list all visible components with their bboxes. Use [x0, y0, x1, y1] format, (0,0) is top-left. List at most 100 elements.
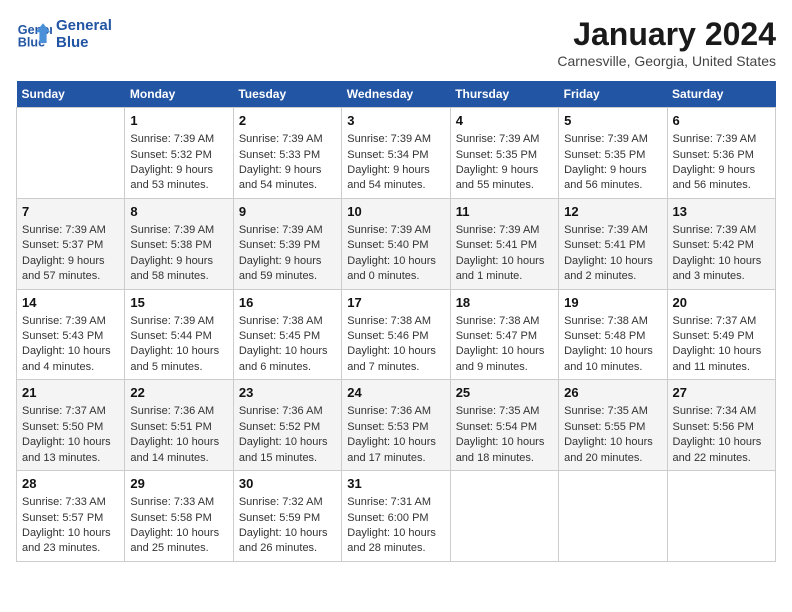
sunrise-line: Sunrise: 7:38 AM: [564, 314, 661, 329]
sunset-line: Sunset: 5:38 PM: [130, 238, 227, 253]
day-cell: 9Sunrise: 7:39 AMSunset: 5:39 PMDaylight…: [233, 198, 341, 289]
day-cell: [450, 471, 558, 562]
page-header: General Blue General Blue January 2024 C…: [16, 16, 776, 69]
daylight-line: Daylight: 10 hours and 9 minutes.: [456, 344, 553, 375]
sunset-line: Sunset: 5:53 PM: [347, 420, 444, 435]
day-number: 21: [22, 384, 119, 402]
week-row-2: 7Sunrise: 7:39 AMSunset: 5:37 PMDaylight…: [17, 198, 776, 289]
daylight-line: Daylight: 9 hours and 54 minutes.: [347, 163, 444, 194]
day-number: 25: [456, 384, 553, 402]
header-monday: Monday: [125, 81, 233, 108]
sunrise-line: Sunrise: 7:36 AM: [130, 404, 227, 419]
daylight-line: Daylight: 10 hours and 26 minutes.: [239, 526, 336, 557]
day-number: 31: [347, 475, 444, 493]
day-number: 5: [564, 112, 661, 130]
day-cell: 10Sunrise: 7:39 AMSunset: 5:40 PMDayligh…: [342, 198, 450, 289]
day-cell: 4Sunrise: 7:39 AMSunset: 5:35 PMDaylight…: [450, 108, 558, 199]
day-number: 13: [673, 203, 770, 221]
day-cell: 28Sunrise: 7:33 AMSunset: 5:57 PMDayligh…: [17, 471, 125, 562]
day-cell: 26Sunrise: 7:35 AMSunset: 5:55 PMDayligh…: [559, 380, 667, 471]
daylight-line: Daylight: 10 hours and 7 minutes.: [347, 344, 444, 375]
day-number: 17: [347, 294, 444, 312]
day-number: 11: [456, 203, 553, 221]
sunrise-line: Sunrise: 7:39 AM: [673, 132, 770, 147]
month-title: January 2024: [557, 16, 776, 53]
day-number: 12: [564, 203, 661, 221]
header-friday: Friday: [559, 81, 667, 108]
week-row-5: 28Sunrise: 7:33 AMSunset: 5:57 PMDayligh…: [17, 471, 776, 562]
daylight-line: Daylight: 10 hours and 22 minutes.: [673, 435, 770, 466]
day-cell: 3Sunrise: 7:39 AMSunset: 5:34 PMDaylight…: [342, 108, 450, 199]
day-number: 19: [564, 294, 661, 312]
day-cell: 15Sunrise: 7:39 AMSunset: 5:44 PMDayligh…: [125, 289, 233, 380]
day-cell: 7Sunrise: 7:39 AMSunset: 5:37 PMDaylight…: [17, 198, 125, 289]
day-cell: 6Sunrise: 7:39 AMSunset: 5:36 PMDaylight…: [667, 108, 775, 199]
day-cell: 11Sunrise: 7:39 AMSunset: 5:41 PMDayligh…: [450, 198, 558, 289]
day-cell: 13Sunrise: 7:39 AMSunset: 5:42 PMDayligh…: [667, 198, 775, 289]
day-cell: 16Sunrise: 7:38 AMSunset: 5:45 PMDayligh…: [233, 289, 341, 380]
sunset-line: Sunset: 5:55 PM: [564, 420, 661, 435]
day-cell: 20Sunrise: 7:37 AMSunset: 5:49 PMDayligh…: [667, 289, 775, 380]
sunrise-line: Sunrise: 7:39 AM: [456, 223, 553, 238]
day-cell: 23Sunrise: 7:36 AMSunset: 5:52 PMDayligh…: [233, 380, 341, 471]
sunrise-line: Sunrise: 7:35 AM: [564, 404, 661, 419]
day-number: 6: [673, 112, 770, 130]
daylight-line: Daylight: 10 hours and 3 minutes.: [673, 254, 770, 285]
daylight-line: Daylight: 10 hours and 1 minute.: [456, 254, 553, 285]
sunset-line: Sunset: 5:42 PM: [673, 238, 770, 253]
day-cell: 8Sunrise: 7:39 AMSunset: 5:38 PMDaylight…: [125, 198, 233, 289]
sunrise-line: Sunrise: 7:39 AM: [564, 223, 661, 238]
logo-blue: Blue: [56, 34, 112, 51]
day-cell: [17, 108, 125, 199]
day-number: 2: [239, 112, 336, 130]
day-number: 23: [239, 384, 336, 402]
daylight-line: Daylight: 9 hours and 59 minutes.: [239, 254, 336, 285]
sunset-line: Sunset: 5:57 PM: [22, 511, 119, 526]
sunrise-line: Sunrise: 7:38 AM: [239, 314, 336, 329]
sunrise-line: Sunrise: 7:36 AM: [347, 404, 444, 419]
sunrise-line: Sunrise: 7:33 AM: [22, 495, 119, 510]
sunrise-line: Sunrise: 7:37 AM: [673, 314, 770, 329]
sunset-line: Sunset: 5:49 PM: [673, 329, 770, 344]
day-number: 27: [673, 384, 770, 402]
day-number: 30: [239, 475, 336, 493]
week-row-3: 14Sunrise: 7:39 AMSunset: 5:43 PMDayligh…: [17, 289, 776, 380]
sunset-line: Sunset: 5:41 PM: [564, 238, 661, 253]
day-cell: 30Sunrise: 7:32 AMSunset: 5:59 PMDayligh…: [233, 471, 341, 562]
logo-icon: General Blue: [16, 16, 52, 52]
sunrise-line: Sunrise: 7:39 AM: [130, 223, 227, 238]
sunset-line: Sunset: 5:59 PM: [239, 511, 336, 526]
calendar-table: SundayMondayTuesdayWednesdayThursdayFrid…: [16, 81, 776, 562]
sunset-line: Sunset: 5:52 PM: [239, 420, 336, 435]
daylight-line: Daylight: 9 hours and 56 minutes.: [673, 163, 770, 194]
logo-general: General: [56, 17, 112, 34]
daylight-line: Daylight: 9 hours and 57 minutes.: [22, 254, 119, 285]
sunset-line: Sunset: 5:39 PM: [239, 238, 336, 253]
sunset-line: Sunset: 5:34 PM: [347, 148, 444, 163]
daylight-line: Daylight: 10 hours and 0 minutes.: [347, 254, 444, 285]
sunrise-line: Sunrise: 7:34 AM: [673, 404, 770, 419]
daylight-line: Daylight: 10 hours and 18 minutes.: [456, 435, 553, 466]
header-saturday: Saturday: [667, 81, 775, 108]
daylight-line: Daylight: 10 hours and 17 minutes.: [347, 435, 444, 466]
daylight-line: Daylight: 10 hours and 14 minutes.: [130, 435, 227, 466]
daylight-line: Daylight: 10 hours and 20 minutes.: [564, 435, 661, 466]
sunrise-line: Sunrise: 7:39 AM: [239, 223, 336, 238]
week-row-1: 1Sunrise: 7:39 AMSunset: 5:32 PMDaylight…: [17, 108, 776, 199]
sunset-line: Sunset: 5:48 PM: [564, 329, 661, 344]
sunrise-line: Sunrise: 7:31 AM: [347, 495, 444, 510]
day-cell: 22Sunrise: 7:36 AMSunset: 5:51 PMDayligh…: [125, 380, 233, 471]
day-number: 16: [239, 294, 336, 312]
weekday-header-row: SundayMondayTuesdayWednesdayThursdayFrid…: [17, 81, 776, 108]
sunset-line: Sunset: 5:50 PM: [22, 420, 119, 435]
sunset-line: Sunset: 5:47 PM: [456, 329, 553, 344]
sunset-line: Sunset: 5:44 PM: [130, 329, 227, 344]
daylight-line: Daylight: 10 hours and 15 minutes.: [239, 435, 336, 466]
day-cell: 29Sunrise: 7:33 AMSunset: 5:58 PMDayligh…: [125, 471, 233, 562]
sunset-line: Sunset: 5:40 PM: [347, 238, 444, 253]
sunset-line: Sunset: 5:43 PM: [22, 329, 119, 344]
header-wednesday: Wednesday: [342, 81, 450, 108]
day-cell: 18Sunrise: 7:38 AMSunset: 5:47 PMDayligh…: [450, 289, 558, 380]
sunrise-line: Sunrise: 7:33 AM: [130, 495, 227, 510]
sunset-line: Sunset: 5:58 PM: [130, 511, 227, 526]
